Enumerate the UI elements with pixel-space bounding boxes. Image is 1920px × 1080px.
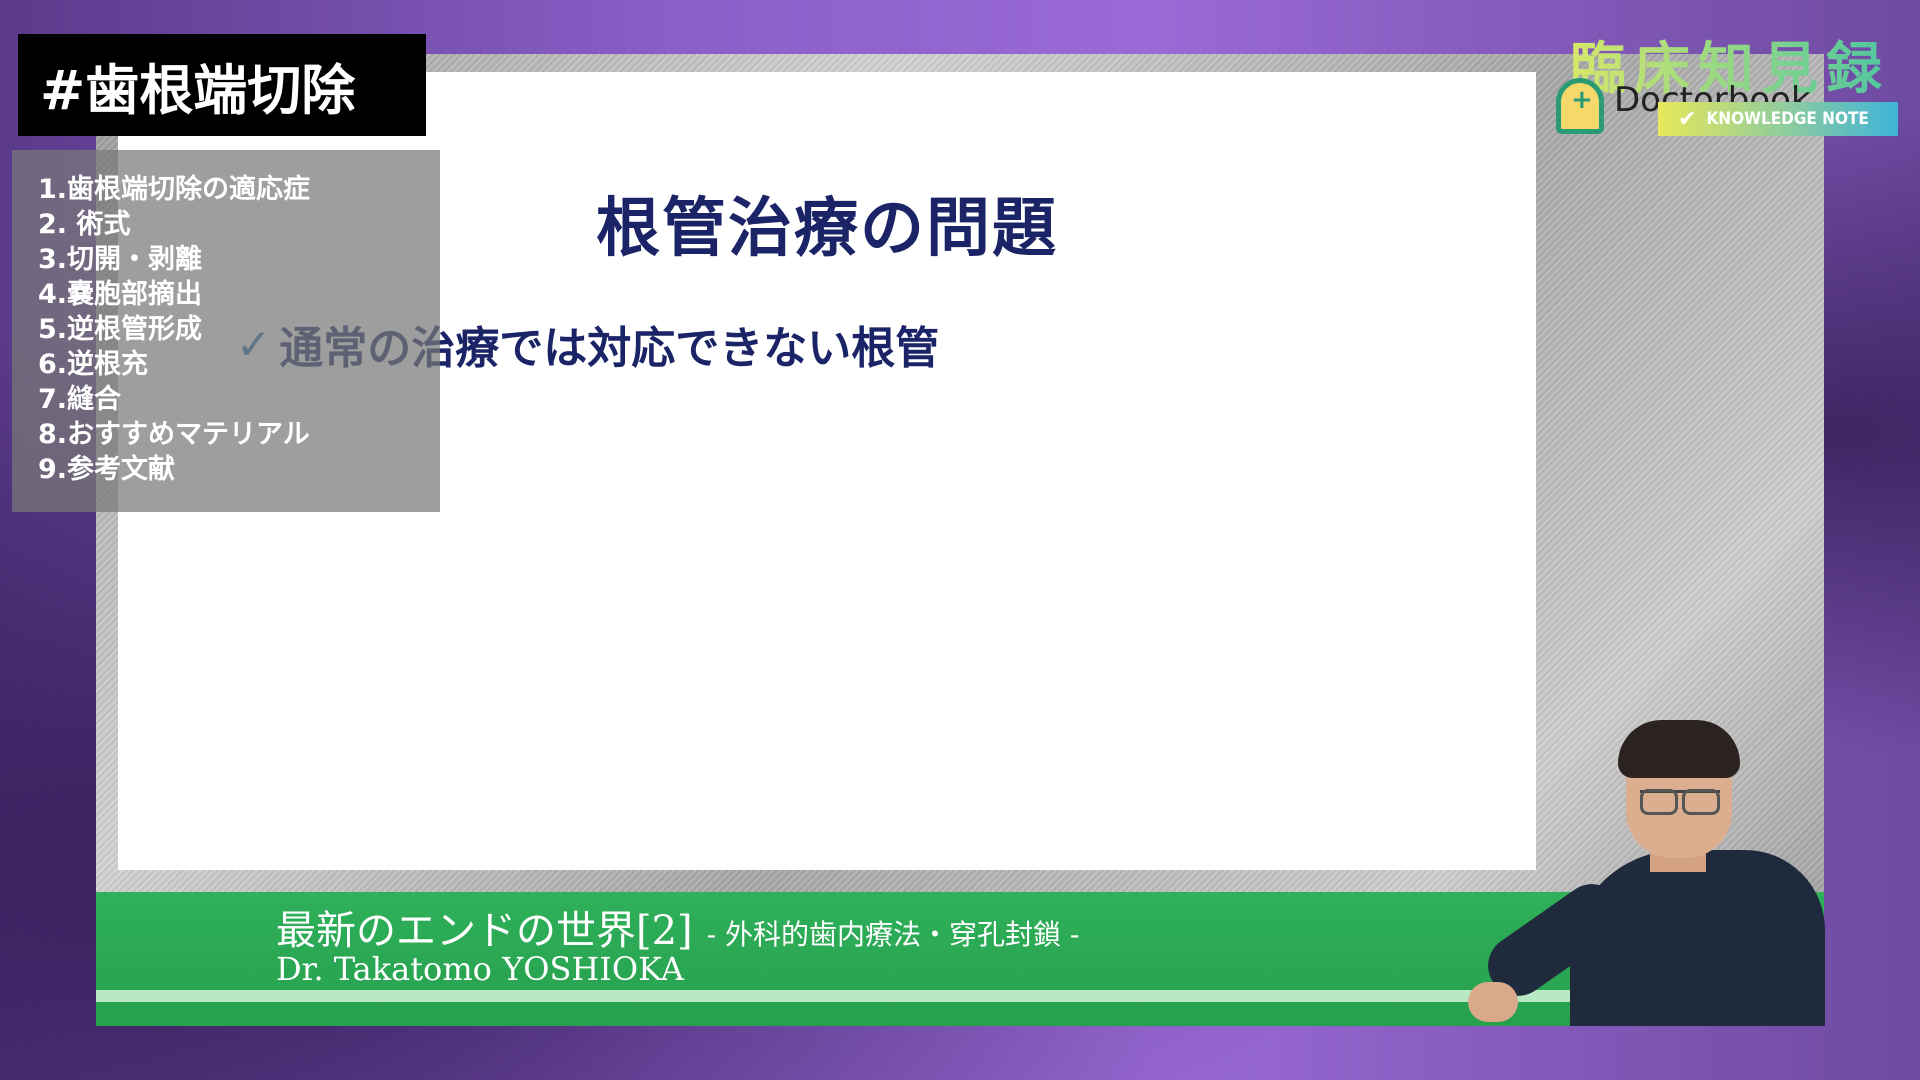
toc-item: 7.縫合: [38, 384, 122, 415]
presenter-body: [1570, 850, 1825, 1026]
knowledge-note-label: KNOWLEDGE NOTE: [1706, 109, 1869, 129]
check-icon: ✔: [1678, 106, 1697, 132]
brand-watermark: 臨床知見録 Doctorbook ✔ KNOWLEDGE NOTE: [1552, 22, 1902, 142]
table-of-contents: 1.歯根端切除の適応症 2. 術式 3.切開・剥離 4.嚢胞部摘出 5.逆根管形…: [12, 150, 440, 512]
hashtag-banner: #歯根端切除: [18, 34, 426, 136]
knowledge-note-badge: ✔ KNOWLEDGE NOTE: [1658, 102, 1898, 136]
toc-item: 1.歯根端切除の適応症: [38, 174, 311, 205]
toc-item: 5.逆根管形成: [38, 314, 203, 345]
doctorbook-logo-icon: [1556, 78, 1604, 134]
presenter-name: Dr. Takatomo YOSHIOKA: [276, 950, 684, 988]
toc-item: 6.逆根充: [38, 349, 149, 380]
presenter-hair: [1618, 720, 1740, 778]
presenter-hand: [1468, 982, 1518, 1022]
toc-item: 4.嚢胞部摘出: [38, 279, 203, 310]
toc-item: 3.切開・剥離: [38, 244, 203, 275]
program-title: 最新のエンドの世界[2] - 外科的歯内療法・穿孔封鎖 -: [276, 898, 1079, 956]
toc-item: 2. 術式: [38, 209, 131, 240]
program-title-text: 最新のエンドの世界[2]: [276, 908, 693, 954]
presenter-glasses: [1640, 789, 1720, 815]
toc-item: 8.おすすめマテリアル: [38, 419, 310, 450]
hashtag-text: #歯根端切除: [40, 58, 356, 122]
presenter-video: [1468, 720, 1825, 1026]
program-subtitle: - 外科的歯内療法・穿孔封鎖 -: [706, 918, 1080, 951]
toc-item: 9.参考文献: [38, 454, 176, 485]
